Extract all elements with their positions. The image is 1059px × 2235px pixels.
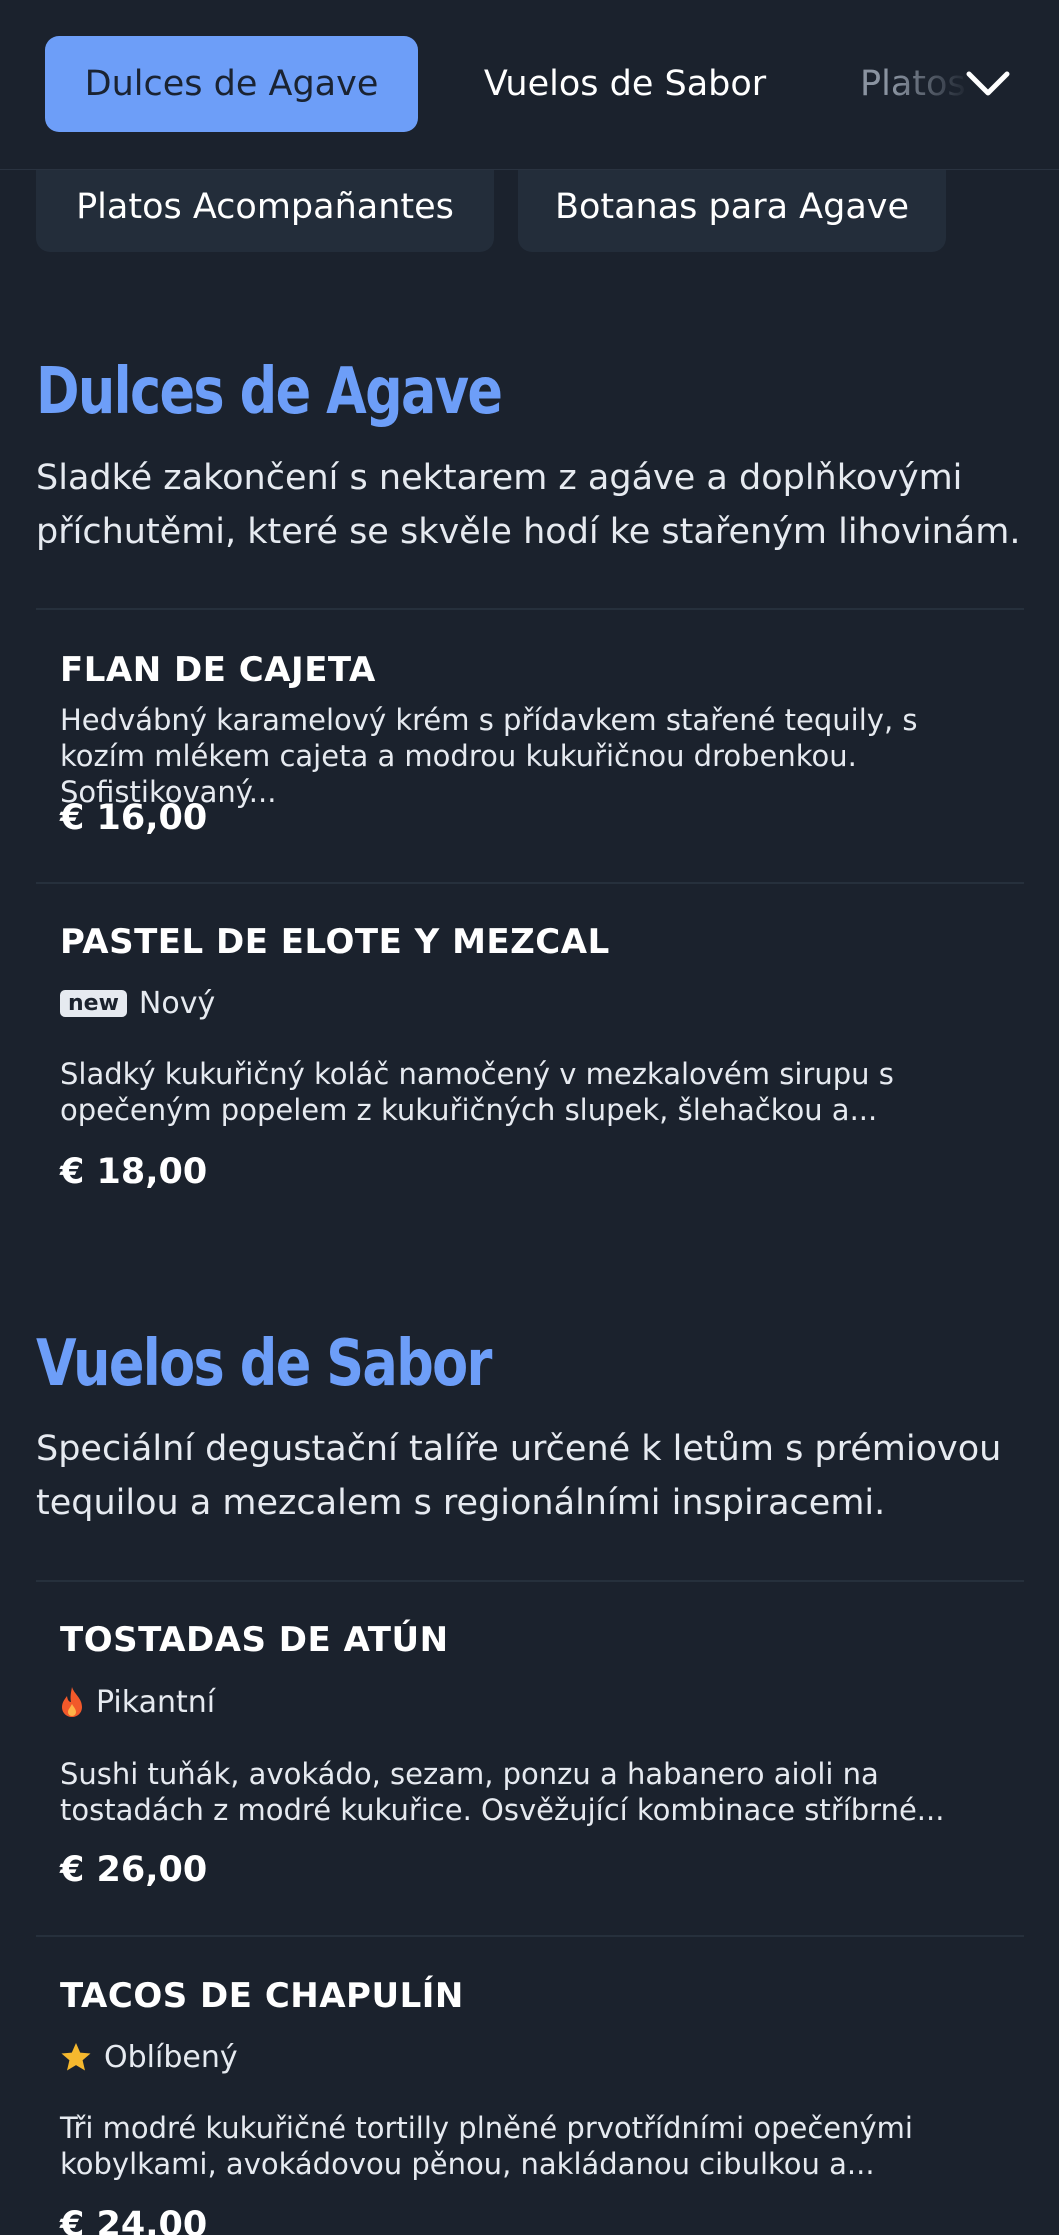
flame-icon [60, 1686, 84, 1718]
popular-tag: Oblíbený [60, 2037, 238, 2077]
section-title-vuelos: Vuelos de Sabor [36, 1327, 492, 1401]
expand-categories-button[interactable] [960, 56, 1016, 112]
divider [36, 1935, 1024, 1937]
tab-platos-acompanantes[interactable]: Platos Acompañantes [860, 36, 970, 132]
star-icon [60, 2041, 92, 2073]
chip-platos-acompanantes[interactable]: Platos Acompañantes [36, 162, 494, 252]
tag-label: Nový [138, 985, 216, 1021]
tab-vuelos-de-sabor[interactable]: Vuelos de Sabor [450, 36, 800, 132]
menu-page: Dulces de Agave Vuelos de Sabor Platos A… [0, 0, 1059, 2235]
chevron-down-icon [965, 70, 1011, 98]
item-name: FLAN DE CAJETA [60, 650, 376, 690]
spicy-tag: Pikantní [60, 1682, 215, 1722]
item-name: PASTEL DE ELOTE Y MEZCAL [60, 922, 610, 962]
item-price: € 18,00 [60, 1152, 208, 1192]
tab-dulces-de-agave[interactable]: Dulces de Agave [45, 36, 418, 132]
divider [36, 1580, 1024, 1582]
new-tag: new Nový [60, 983, 215, 1023]
section-description-vuelos: Speciální degustační talíře určené k let… [36, 1429, 1002, 1523]
item-description: Tři modré kukuřičné tortilly plněné prvo… [60, 2111, 913, 2181]
item-description: Hedvábný karamelový krém s přídavkem sta… [60, 703, 918, 809]
item-description: Sladký kukuřičný koláč namočený v mezkal… [60, 1057, 894, 1127]
item-price: € 26,00 [60, 1850, 208, 1890]
item-price: € 24,00 [60, 2205, 208, 2235]
tag-label: Pikantní [96, 1684, 216, 1720]
category-tab-bar: Dulces de Agave Vuelos de Sabor Platos A… [0, 0, 1059, 170]
item-description: Sushi tuňák, avokádo, sezam, ponzu a hab… [60, 1757, 945, 1827]
item-name: TACOS DE CHAPULÍN [60, 1976, 464, 2016]
divider [36, 882, 1024, 884]
divider [36, 608, 1024, 610]
tag-label: Oblíbený [104, 2039, 238, 2075]
item-name: TOSTADAS DE ATÚN [60, 1620, 449, 1660]
chip-botanas-para-agave[interactable]: Botanas para Agave [518, 162, 946, 252]
section-description-dulces: Sladké zakončení s nektarem z agáve a do… [36, 458, 1021, 552]
section-title-dulces: Dulces de Agave [36, 355, 503, 429]
item-price: € 16,00 [60, 798, 208, 838]
new-badge: new [60, 989, 127, 1017]
